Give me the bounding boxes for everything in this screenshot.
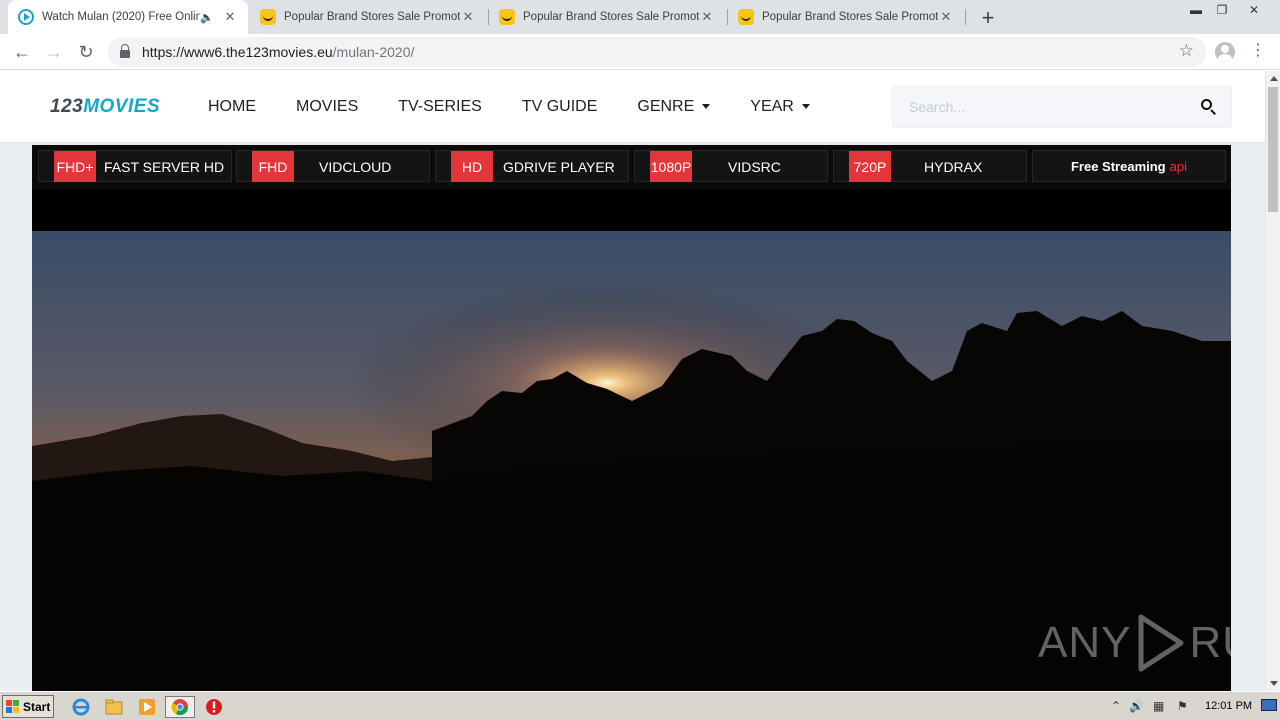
- server-vidsrc[interactable]: 1080P VIDSRC: [634, 150, 828, 182]
- windows-taskbar: Start ⌃ 🔊 ▦ ⚑ 12:01 PM: [0, 691, 1280, 720]
- page-scrollbar[interactable]: [1265, 71, 1280, 691]
- nav-year-label: YEAR: [750, 97, 794, 115]
- action-center-flag-icon[interactable]: ⚑: [1177, 699, 1188, 713]
- server-name: HYDRAX: [924, 158, 983, 175]
- address-bar[interactable]: https://www6.the123movies.eu/mulan-2020/…: [108, 37, 1206, 67]
- profile-avatar-icon[interactable]: [1215, 42, 1235, 62]
- tab-mulan[interactable]: Watch Mulan (2020) Free Online 🔈 ✕: [8, 0, 248, 34]
- smiley-icon: [260, 9, 276, 25]
- close-window-icon[interactable]: ✕: [1240, 0, 1268, 20]
- scroll-down-arrow-icon[interactable]: [1270, 681, 1278, 686]
- tab-promotions-2[interactable]: Popular Brand Stores Sale Promotions ✕: [489, 0, 725, 34]
- reload-icon[interactable]: ↻: [74, 40, 98, 64]
- page-viewport: 123MOVIES HOME MOVIES TV-SERIES TV GUIDE…: [0, 71, 1265, 691]
- menu-dots-icon[interactable]: ⋮: [1250, 40, 1266, 62]
- nav-tv-series-label: TV-SERIES: [398, 97, 482, 115]
- speaker-icon[interactable]: 🔈: [200, 11, 214, 24]
- system-tray: ⌃ 🔊 ▦ ⚑ 12:01 PM: [1105, 694, 1280, 719]
- search-input[interactable]: [893, 87, 1183, 127]
- volume-icon[interactable]: 🔊: [1129, 699, 1144, 713]
- browser-toolbar: ← → ↻ https://www6.the123movies.eu/mulan…: [0, 34, 1280, 70]
- video-player: FHD+ FAST SERVER HD FHD VIDCLOUD HD GDRI…: [32, 145, 1231, 691]
- watermark-left-text: ANY: [1038, 618, 1132, 667]
- show-desktop-icon[interactable]: [1261, 699, 1277, 711]
- search-box: [892, 86, 1232, 128]
- close-tab-icon[interactable]: ✕: [222, 9, 238, 25]
- stop-alert-icon[interactable]: [203, 696, 225, 718]
- caret-down-icon: [702, 104, 711, 109]
- back-icon[interactable]: ←: [10, 40, 34, 64]
- taskbar-clock[interactable]: 12:01 PM: [1205, 700, 1252, 712]
- nav-tv-guide[interactable]: TV GUIDE: [522, 98, 598, 116]
- media-player-icon[interactable]: [136, 696, 158, 718]
- anyrun-watermark: ANY RUN: [1038, 613, 1231, 673]
- server-vidcloud[interactable]: FHD VIDCLOUD: [236, 150, 430, 182]
- restore-icon[interactable]: ❐: [1208, 0, 1236, 20]
- tab-title: Watch Mulan (2020) Free Online: [42, 11, 201, 23]
- close-tab-icon[interactable]: ✕: [938, 9, 954, 25]
- tab-promotions-3[interactable]: Popular Brand Stores Sale Promotions ✕: [728, 0, 964, 34]
- internet-explorer-icon[interactable]: [70, 696, 92, 718]
- nav-tv-guide-label: TV GUIDE: [521, 97, 598, 115]
- windows-logo-icon: [6, 699, 20, 714]
- tab-promotions-1[interactable]: Popular Brand Stores Sale Promotions ✕: [250, 0, 486, 34]
- site-logo[interactable]: 123MOVIES: [50, 96, 160, 118]
- chrome-taskbar-icon[interactable]: [165, 696, 195, 718]
- tab-title: Popular Brand Stores Sale Promotions: [284, 11, 460, 23]
- new-tab-icon[interactable]: +: [976, 5, 1000, 31]
- server-fast-server-hd[interactable]: FHD+ FAST SERVER HD: [38, 150, 232, 182]
- start-label: Start: [23, 699, 51, 714]
- main-nav: HOME MOVIES TV-SERIES TV GUIDE GENRE YEA…: [208, 71, 850, 142]
- close-tab-icon[interactable]: ✕: [460, 9, 476, 25]
- logo-word: MOVIES: [83, 96, 161, 117]
- server-name: VIDCLOUD: [319, 158, 392, 175]
- bookmark-star-icon[interactable]: ☆: [1179, 41, 1194, 61]
- tab-separator: [965, 9, 966, 25]
- tab-strip: Watch Mulan (2020) Free Online 🔈 ✕ Popul…: [0, 0, 1280, 34]
- scrollbar-thumb[interactable]: [1268, 87, 1278, 212]
- minimize-icon[interactable]: ▬: [1182, 0, 1210, 20]
- watermark-right-text: RUN: [1189, 618, 1231, 667]
- caret-down-icon: [801, 104, 810, 109]
- tab-title: Popular Brand Stores Sale Promotions: [523, 11, 699, 23]
- nav-genre[interactable]: GENRE: [637, 97, 711, 116]
- nav-home-label: HOME: [208, 97, 256, 115]
- nav-year[interactable]: YEAR: [750, 98, 810, 116]
- start-button[interactable]: Start: [2, 695, 54, 718]
- smiley-icon: [738, 9, 754, 25]
- server-name: FAST SERVER HD: [104, 158, 225, 175]
- nav-genre-label: GENRE: [637, 97, 695, 115]
- smiley-icon: [499, 9, 515, 25]
- play-circle-icon: [18, 9, 34, 25]
- tab-title: Popular Brand Stores Sale Promotions: [762, 11, 938, 23]
- tray-expand-icon[interactable]: ⌃: [1111, 699, 1121, 713]
- search-icon[interactable]: [1201, 99, 1217, 115]
- api-label: Free Streaming api: [1033, 151, 1225, 182]
- site-header: 123MOVIES HOME MOVIES TV-SERIES TV GUIDE…: [0, 71, 1265, 142]
- url-path: /mulan-2020/: [332, 44, 415, 60]
- close-tab-icon[interactable]: ✕: [699, 9, 715, 25]
- forward-icon[interactable]: →: [42, 40, 66, 64]
- lock-icon[interactable]: [120, 44, 130, 58]
- server-name: VIDSRC: [728, 158, 781, 175]
- api-label-text: Free Streaming: [1070, 159, 1166, 174]
- nav-tv-series[interactable]: TV-SERIES: [398, 98, 482, 116]
- server-hydrax[interactable]: 720P HYDRAX: [833, 150, 1027, 182]
- play-triangle-icon: [1138, 614, 1184, 672]
- network-icon[interactable]: ▦: [1153, 699, 1164, 713]
- scroll-up-arrow-icon[interactable]: [1270, 76, 1278, 81]
- server-list: FHD+ FAST SERVER HD FHD VIDCLOUD HD GDRI…: [32, 145, 1231, 189]
- server-gdrive-player[interactable]: HD GDRIVE PLAYER: [435, 150, 629, 182]
- nav-movies[interactable]: MOVIES: [296, 98, 358, 116]
- file-explorer-icon[interactable]: [103, 696, 125, 718]
- logo-number: 123: [50, 96, 84, 117]
- server-name: GDRIVE PLAYER: [503, 158, 615, 175]
- nav-home[interactable]: HOME: [208, 98, 256, 116]
- api-accent-text: api: [1169, 159, 1187, 174]
- free-streaming-api-button[interactable]: Free Streaming api: [1032, 150, 1226, 182]
- url-host: https://www6.the123movies.eu: [142, 44, 333, 60]
- nav-movies-label: MOVIES: [296, 97, 359, 115]
